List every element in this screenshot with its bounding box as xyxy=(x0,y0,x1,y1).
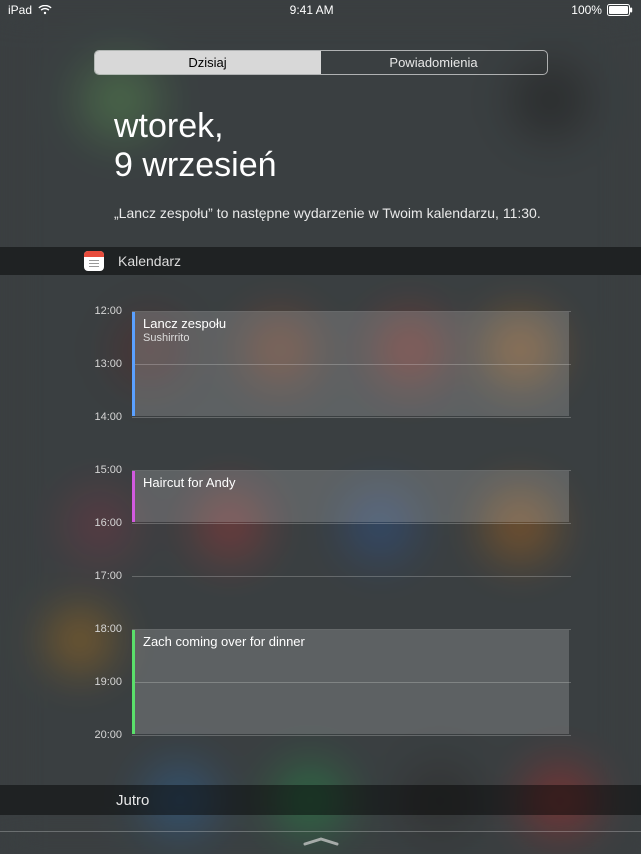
bottom-separator xyxy=(0,831,641,832)
event-title: Lancz zespołu xyxy=(143,316,561,331)
hour-label: 20:00 xyxy=(0,729,132,741)
hour-label: 18:00 xyxy=(0,623,132,635)
event-subtitle: Sushirrito xyxy=(143,332,561,344)
next-event-summary: „Lancz zespołu” to następne wydarzenie w… xyxy=(114,205,641,221)
calendar-header[interactable]: Kalendarz xyxy=(0,247,641,275)
segmented-control: Dzisiaj Powiadomienia xyxy=(94,50,548,75)
battery-text: 100% xyxy=(571,3,602,17)
status-bar: iPad 9:41 AM 100% xyxy=(0,0,641,20)
calendar-title: Kalendarz xyxy=(118,253,181,269)
calendar-icon xyxy=(84,251,104,271)
hour-line xyxy=(132,417,571,418)
tomorrow-header[interactable]: Jutro xyxy=(0,785,641,815)
calendar-timeline[interactable]: 12:00 13:00 14:00 15:00 16:00 17:00 18:00 19:00… xyxy=(0,287,641,777)
grabber-handle[interactable] xyxy=(303,836,339,848)
hour-label: 15:00 xyxy=(0,464,132,476)
hour-row: 20:00 xyxy=(0,735,571,747)
hour-row: 16:00 xyxy=(0,523,571,535)
hour-label: 16:00 xyxy=(0,517,132,529)
battery-icon xyxy=(607,4,633,16)
wifi-icon xyxy=(38,5,52,15)
calendar-event[interactable]: Lancz zespołuSushirrito xyxy=(132,312,569,416)
date-line-1: wtorek, xyxy=(114,107,641,146)
hour-label: 19:00 xyxy=(0,676,132,688)
hour-label: 14:00 xyxy=(0,411,132,423)
tab-notifications[interactable]: Powiadomienia xyxy=(321,51,547,74)
date-heading: wtorek, 9 wrzesień xyxy=(114,107,641,185)
hour-line xyxy=(132,735,571,736)
event-title: Haircut for Andy xyxy=(143,475,561,490)
hour-row: 17:00 xyxy=(0,576,571,588)
device-label: iPad xyxy=(8,3,32,17)
hour-label: 17:00 xyxy=(0,570,132,582)
calendar-event[interactable]: Zach coming over for dinner xyxy=(132,630,569,734)
hour-line xyxy=(132,576,571,577)
hour-label: 13:00 xyxy=(0,358,132,370)
tab-today[interactable]: Dzisiaj xyxy=(95,51,321,74)
event-title: Zach coming over for dinner xyxy=(143,634,561,649)
calendar-event[interactable]: Haircut for Andy xyxy=(132,471,569,522)
date-line-2: 9 wrzesień xyxy=(114,146,641,185)
hour-row: 14:00 xyxy=(0,417,571,429)
hour-line xyxy=(132,523,571,524)
hour-label: 12:00 xyxy=(0,305,132,317)
clock: 9:41 AM xyxy=(290,3,334,17)
